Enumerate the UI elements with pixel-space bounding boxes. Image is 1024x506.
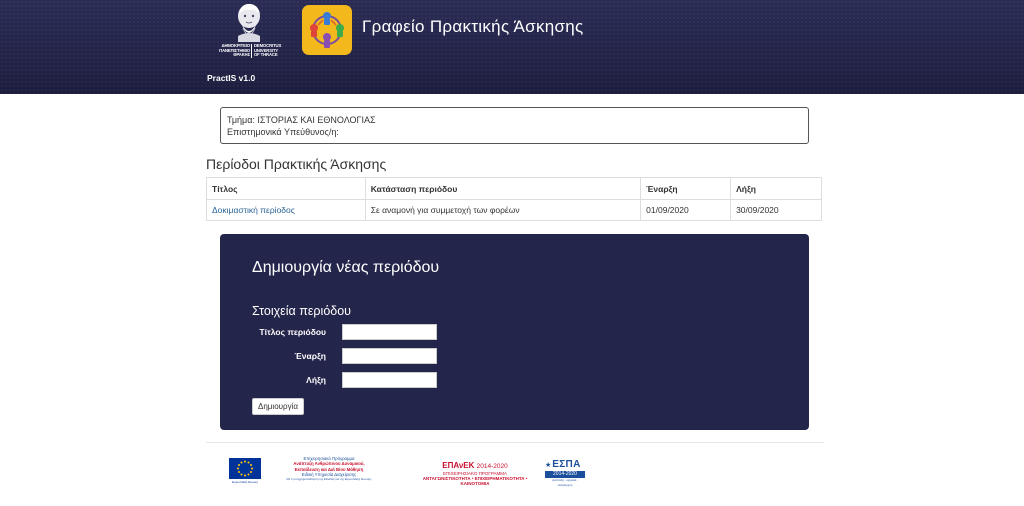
column-header-state[interactable]: Κατάσταση περιόδου — [364, 177, 642, 200]
periods-section-title: Περίοδοι Πρακτικής Άσκησης — [206, 156, 387, 172]
table-row: Δοκιμαστική περίοδος Σε αναμονή για συμμ… — [206, 199, 822, 221]
period-start-cell: 01/09/2020 — [640, 199, 732, 221]
app-version: PractIS v1.0 — [207, 73, 256, 83]
espa-years: 2014-2020 — [545, 471, 585, 478]
periods-table: Τίτλος Κατάσταση περιόδου Έναρξη Λήξη Δο… — [206, 177, 822, 221]
university-name-english: DEMOCRITUS UNIVERSITY OF THRACE — [254, 43, 282, 58]
eu-caption: Ευρωπαϊκή Ένωση — [232, 480, 258, 484]
period-end-label: Λήξη — [306, 375, 326, 385]
form-row-start: Έναρξη — [252, 348, 442, 364]
epanek-name: ΕΠΑνΕΚ — [442, 461, 475, 470]
department-info-box: Τμήμα: ΙΣΤΟΡΙΑΣ ΚΑΙ ΕΘΝΟΛΟΓΙΑΣ Επιστημον… — [220, 107, 809, 144]
table-header-row: Τίτλος Κατάσταση περιόδου Έναρξη Λήξη — [206, 177, 822, 200]
period-start-input[interactable] — [342, 348, 437, 364]
university-logo[interactable]: ΔΗΜΟΚΡΙΤΕΙΟ ΠΑΝΕΠΙΣΤΗΜΙΟ ΘΡΑΚΗΣ DEMOCRIT… — [214, 2, 286, 60]
eu-flag-icon — [229, 458, 261, 479]
department-label: Τμήμα: ΙΣΤΟΡΙΑΣ ΚΑΙ ΕΘΝΟΛΟΓΙΑΣ — [227, 115, 376, 125]
democritus-head-icon — [238, 4, 260, 42]
site-header: ΔΗΜΟΚΡΙΤΕΙΟ ΠΑΝΕΠΙΣΤΗΜΙΟ ΘΡΑΚΗΣ DEMOCRIT… — [0, 0, 1024, 94]
column-header-start[interactable]: Έναρξη — [640, 177, 732, 200]
create-period-title: Δημιουργία νέας περιόδου — [252, 259, 440, 276]
university-name-greek: ΔΗΜΟΚΡΙΤΕΙΟ ΠΑΝΕΠΙΣΤΗΜΙΟ ΘΡΑΚΗΣ — [219, 43, 250, 58]
period-end-input[interactable] — [342, 372, 437, 388]
university-name-separator — [251, 44, 252, 58]
epanek-line-2: ΑΝΤΑΓΩΝΙΣΤΙΚΟΤΗΤΑ • ΕΠΙΧΕΙΡΗΜΑΤΙΚΟΤΗΤΑ •… — [422, 476, 528, 486]
create-period-button[interactable]: Δημιουργία — [252, 398, 304, 415]
period-title-cell: Δοκιμαστική περίοδος — [206, 199, 366, 221]
period-title-link[interactable]: Δοκιμαστική περίοδος — [212, 205, 295, 215]
espa-stars-icon: ★ — [545, 461, 552, 469]
office-logo[interactable] — [302, 5, 352, 55]
epanek-years: 2014-2020 — [476, 463, 508, 470]
column-header-title[interactable]: Τίτλος — [206, 177, 366, 200]
espa-logo: ★ ΕΣΠΑ 2014-2020 ανάπτυξη - εργασία - αλ… — [545, 458, 585, 487]
column-header-end[interactable]: Λήξη — [730, 177, 822, 200]
form-row-end: Λήξη — [252, 372, 442, 388]
epanek-logo: ΕΠΑνΕΚ 2014-2020 ΕΠΙΧΕΙΡΗΣΙΑΚΟ ΠΡΟΓΡΑΜΜΑ… — [414, 461, 536, 486]
operational-programme-logo: Επιχειρησιακό Πρόγραμμα Ανάπτυξη Ανθρώπι… — [286, 456, 372, 482]
create-period-panel: Δημιουργία νέας περιόδου Στοιχεία περιόδ… — [220, 234, 809, 430]
period-title-input[interactable] — [342, 324, 437, 340]
espa-name: ΕΣΠΑ — [552, 459, 581, 470]
header-texture — [0, 0, 1024, 94]
period-state-cell: Σε αναμονή για συμμετοχή των φορέων — [364, 199, 642, 221]
supervisor-label: Επιστημονικά Υπεύθυνος/η: — [227, 127, 339, 137]
period-title-label: Τίτλος περιόδου — [259, 327, 326, 337]
eu-logo: Ευρωπαϊκή Ένωση — [229, 458, 261, 485]
footer-divider — [206, 442, 824, 443]
form-row-title: Τίτλος περιόδου — [252, 324, 442, 340]
period-details-subtitle: Στοιχεία περιόδου — [252, 304, 352, 318]
network-people-icon — [310, 12, 344, 48]
office-title: Γραφείο Πρακτικής Άσκησης — [362, 17, 584, 36]
period-end-cell: 30/09/2020 — [730, 199, 822, 221]
period-start-label: Έναρξη — [294, 351, 326, 361]
espa-note: ανάπτυξη - εργασία - αλληλεγγύη — [551, 478, 579, 487]
